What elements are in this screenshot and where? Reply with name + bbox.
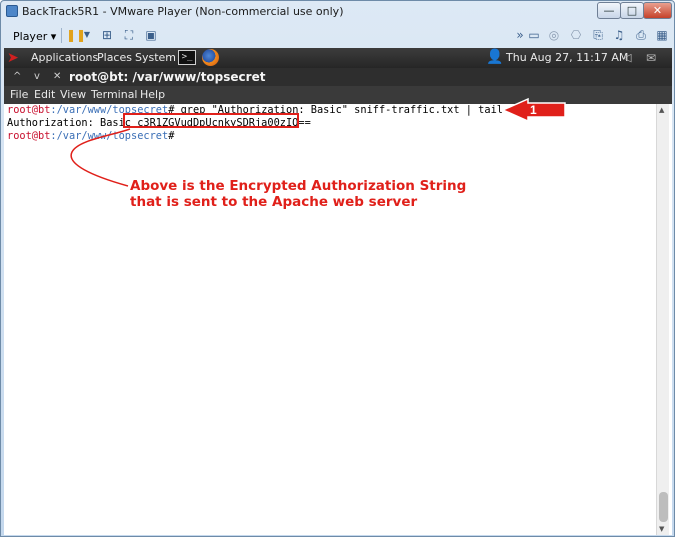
menu-edit[interactable]: Edit: [34, 87, 55, 103]
window-title: BackTrack5R1 - VMware Player (Non-commer…: [22, 5, 344, 18]
terminal-titlebar[interactable]: ^ v ✕ root@bt: /var/www/topsecret: [4, 68, 672, 86]
drive-icon[interactable]: ▭: [527, 27, 541, 43]
menu-applications[interactable]: Applications: [31, 50, 98, 66]
prompt-symbol: #: [168, 130, 175, 142]
panel-clock[interactable]: Thu Aug 27, 11:17 AM: [506, 50, 628, 66]
guest-display[interactable]: ➤ Applications Places System >_ 👤 Thu Au…: [4, 48, 672, 535]
firefox-icon[interactable]: [202, 49, 219, 66]
volume-icon[interactable]: ◁: [623, 50, 631, 66]
scroll-thumb[interactable]: [659, 492, 668, 522]
printer-icon[interactable]: ⎙: [634, 27, 648, 43]
unity-icon[interactable]: ▣: [143, 27, 159, 43]
network-icon[interactable]: ⊞: [99, 27, 115, 43]
vmware-player-window: BackTrack5R1 - VMware Player (Non-commer…: [0, 0, 675, 537]
menu-view[interactable]: View: [60, 87, 86, 103]
terminal-output[interactable]: root@bt:/var/www/topsecret# grep "Author…: [4, 104, 672, 535]
menu-help[interactable]: Help: [140, 87, 165, 103]
sound-icon[interactable]: ♫: [612, 27, 626, 43]
chevron-up-icon[interactable]: ^: [13, 69, 21, 85]
usb-icon[interactable]: ⎘: [591, 27, 605, 43]
toolbar-separator: [61, 28, 62, 43]
output-label: Authorization: Basic: [7, 117, 138, 129]
pause-icon[interactable]: ❚❚: [66, 27, 86, 43]
terminal-title: root@bt: /var/www/topsecret: [69, 70, 266, 84]
terminal-line: root@bt:/var/www/topsecret#: [7, 130, 174, 143]
minimize-button[interactable]: —: [597, 2, 621, 19]
close-button[interactable]: ✕: [643, 2, 672, 19]
chevron-double-right-icon[interactable]: »: [514, 27, 526, 43]
annotation-note: Above is the Encrypted Authorization Str…: [130, 178, 466, 210]
user-icon[interactable]: 👤: [486, 49, 503, 66]
menu-file[interactable]: File: [10, 87, 28, 103]
menu-system[interactable]: System: [135, 50, 176, 66]
chevron-down-icon[interactable]: v: [34, 69, 40, 85]
auth-string-highlight-box: [123, 113, 299, 128]
dropdown-icon[interactable]: ▼: [82, 27, 92, 43]
close-icon[interactable]: ✕: [53, 69, 61, 85]
window-titlebar[interactable]: BackTrack5R1 - VMware Player (Non-commer…: [1, 1, 674, 23]
mail-icon[interactable]: ✉: [646, 50, 656, 66]
terminal-launcher-icon[interactable]: >_: [178, 50, 196, 65]
prompt-user: root@bt: [7, 104, 51, 116]
menu-terminal[interactable]: Terminal: [91, 87, 138, 103]
player-menu-button[interactable]: Player ▾: [8, 27, 61, 45]
usb-icon[interactable]: ⎔: [569, 27, 583, 43]
prompt-user: root@bt: [7, 130, 51, 142]
prompt-path: :/var/www/topsecret: [50, 130, 169, 142]
backtrack-logo-icon[interactable]: ➤: [7, 50, 27, 66]
terminal-menubar: File Edit View Terminal Help: [4, 86, 672, 104]
annotation-line: Above is the Encrypted Authorization Str…: [130, 178, 467, 194]
cpu-icon[interactable]: ▦: [655, 27, 669, 43]
terminal-scrollbar[interactable]: ▲ ▼: [656, 104, 669, 535]
menu-places[interactable]: Places: [97, 50, 132, 66]
annotation-line: that is sent to the Apache web server: [130, 194, 418, 210]
fullscreen-icon[interactable]: ⛶: [121, 27, 137, 43]
scroll-down-icon[interactable]: ▼: [659, 525, 664, 533]
vmware-toolbar: Player ▾ ❚❚ ▼ ⊞ ⛶ ▣ » ▭ ◎ ⎔ ⎘ ♫ ⎙ ▦: [4, 24, 671, 48]
vmware-app-icon: [6, 5, 18, 17]
cd-icon[interactable]: ◎: [547, 27, 561, 43]
maximize-button[interactable]: □: [620, 2, 644, 19]
gnome-top-panel: ➤ Applications Places System >_ 👤 Thu Au…: [4, 48, 672, 68]
scroll-up-icon[interactable]: ▲: [659, 106, 664, 114]
